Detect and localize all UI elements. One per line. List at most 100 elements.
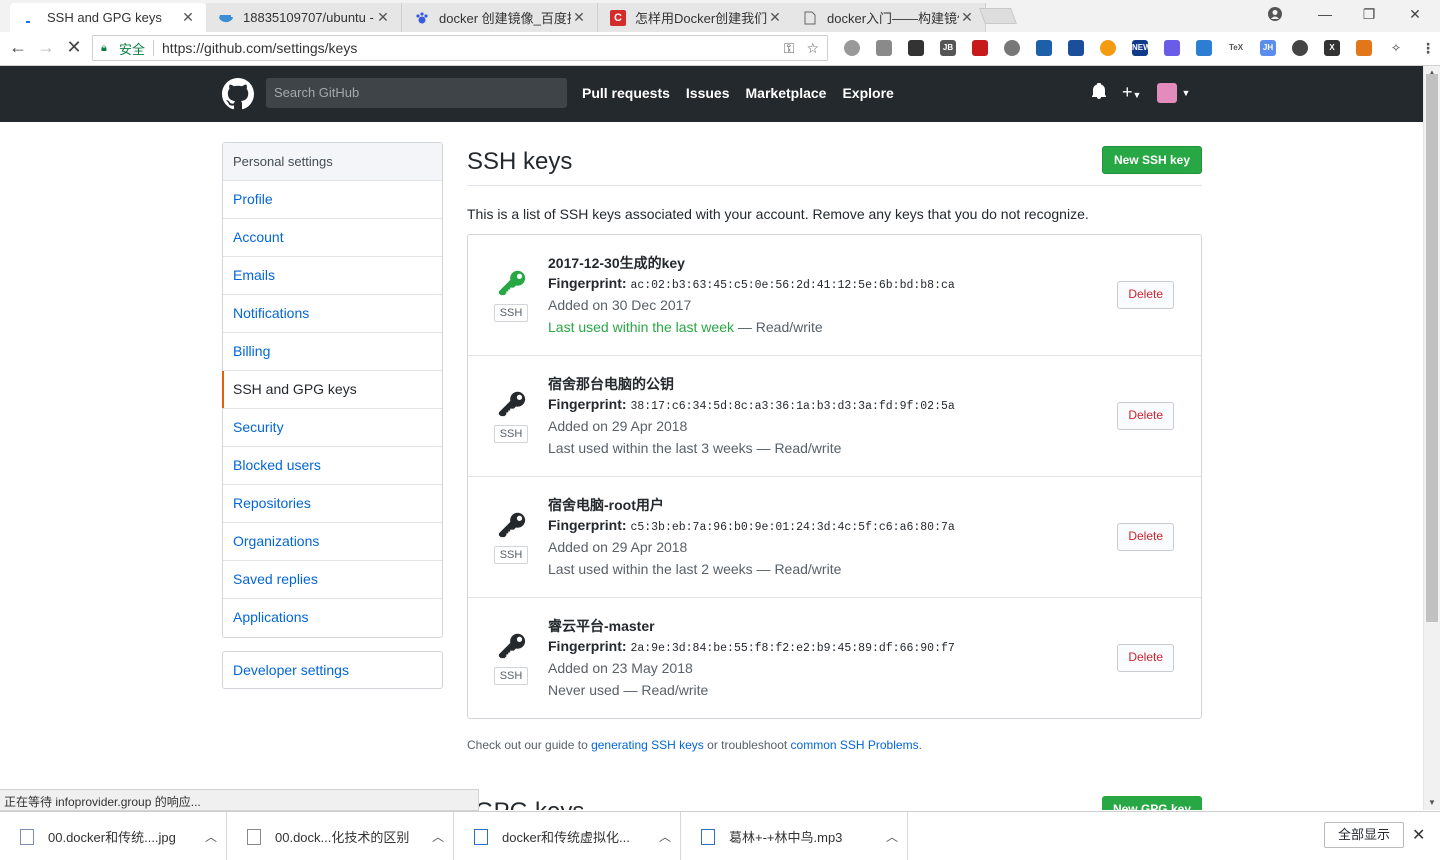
extension-icon[interactable]	[900, 37, 932, 59]
tab-close-icon[interactable]: ✕	[571, 9, 587, 26]
download-item[interactable]: docker和传统虚拟化... ︿	[454, 812, 681, 860]
secure-label: 安全	[119, 41, 146, 57]
window-close-icon[interactable]: ✕	[1392, 0, 1438, 28]
chevron-up-icon[interactable]: ︿	[423, 828, 453, 845]
fingerprint-value: c5:3b:eb:7a:96:b0:9e:01:24:3d:4c:5f:c6:a…	[630, 521, 955, 534]
download-item[interactable]: 葛林+-+林中鸟.mp3 ︿	[681, 812, 908, 860]
delete-key-button[interactable]: Delete	[1117, 402, 1174, 430]
nav-marketplace[interactable]: Marketplace	[746, 85, 827, 101]
star-icon[interactable]: ☆	[806, 40, 819, 57]
delete-key-button[interactable]: Delete	[1117, 281, 1174, 309]
scroll-down-icon[interactable]: ▼	[1424, 798, 1440, 807]
chrome-menu-icon[interactable]: ⋮	[1412, 37, 1440, 59]
key-added-date: Added on 23 May 2018	[548, 660, 693, 676]
github-logo-icon[interactable]	[222, 78, 254, 110]
show-all-downloads-button[interactable]: 全部显示	[1324, 822, 1404, 848]
extension-icon[interactable]	[1092, 37, 1124, 59]
browser-tab[interactable]: C 怎样用Docker创建我们自 ✕	[598, 3, 794, 32]
sidebar-item-profile[interactable]: Profile	[223, 181, 442, 219]
minimize-icon[interactable]: —	[1302, 0, 1348, 28]
sidebar-item-emails[interactable]: Emails	[223, 257, 442, 295]
download-item[interactable]: 00.dock...化技术的区别 ︿	[227, 812, 454, 860]
tab-close-icon[interactable]: ✕	[180, 9, 196, 26]
tab-close-icon[interactable]: ✕	[959, 9, 975, 26]
forward-arrow-icon[interactable]: →	[33, 32, 59, 62]
delete-key-button[interactable]: Delete	[1117, 523, 1174, 551]
chevron-up-icon[interactable]: ︿	[196, 828, 226, 845]
extension-icon[interactable]	[1028, 37, 1060, 59]
nav-issues[interactable]: Issues	[686, 85, 730, 101]
plus-dropdown-icon[interactable]: +▼	[1122, 82, 1141, 103]
menu-heading: Personal settings	[223, 143, 442, 181]
profile-icon[interactable]	[1252, 0, 1298, 28]
extension-icon[interactable]	[868, 37, 900, 59]
close-shelf-icon[interactable]: ✕	[1412, 825, 1425, 845]
sidebar-item-blocked-users[interactable]: Blocked users	[223, 447, 442, 485]
key-last-used: Never used — Read/write	[548, 682, 955, 704]
nav-pull-requests[interactable]: Pull requests	[582, 85, 670, 101]
extension-icon[interactable]	[836, 37, 868, 59]
tab-close-icon[interactable]: ✕	[767, 9, 783, 26]
fingerprint-label: Fingerprint:	[548, 275, 627, 291]
github-search-input[interactable]: Search GitHub	[266, 78, 567, 108]
restore-icon[interactable]: ❐	[1346, 0, 1392, 28]
back-arrow-icon[interactable]: ←	[5, 32, 31, 62]
key-fingerprint: Fingerprint: c5:3b:eb:7a:96:b0:9e:01:24:…	[548, 517, 955, 539]
sidebar-item-repositories[interactable]: Repositories	[223, 485, 442, 523]
extension-icon[interactable]: TeX	[1220, 37, 1252, 59]
sidebar-item-saved-replies[interactable]: Saved replies	[223, 561, 442, 599]
delete-key-button[interactable]: Delete	[1117, 644, 1174, 672]
extension-icon[interactable]	[1188, 37, 1220, 59]
page-scrollbar[interactable]: ▲ ▼	[1423, 66, 1440, 810]
sidebar-item-applications[interactable]: Applications	[223, 599, 442, 637]
extension-icon[interactable]	[1060, 37, 1092, 59]
sidebar-item-developer-settings[interactable]: Developer settings	[222, 651, 443, 689]
extension-icon[interactable]: JH	[1252, 37, 1284, 59]
extension-icon[interactable]	[1284, 37, 1316, 59]
extension-icon[interactable]: ✧	[1380, 37, 1412, 59]
browser-tab[interactable]: docker 创建镜像_百度搜 ✕	[402, 3, 598, 32]
sidebar-item-account[interactable]: Account	[223, 219, 442, 257]
extension-icon[interactable]	[1156, 37, 1188, 59]
new-gpg-key-button[interactable]: New GPG key	[1101, 796, 1202, 810]
key-fingerprint: Fingerprint: 2a:9e:3d:84:be:55:f8:f2:e2:…	[548, 638, 955, 660]
stop-loading-icon[interactable]: ✕	[61, 32, 87, 62]
address-bar[interactable]: 🔒︎ 安全 https://github.com/settings/keys ⚿…	[92, 35, 828, 61]
extension-icon[interactable]: JB	[932, 37, 964, 59]
browser-tab-active[interactable]: SSH and GPG keys ✕	[10, 3, 206, 32]
avatar-dropdown[interactable]: ▼	[1157, 82, 1191, 103]
url-text[interactable]: https://github.com/settings/keys	[162, 40, 784, 56]
generating-ssh-keys-link[interactable]: generating SSH keys	[591, 738, 704, 752]
tab-title: 怎样用Docker创建我们自	[635, 11, 767, 26]
settings-menu: Personal settings Profile Account Emails…	[222, 142, 443, 638]
access-text: — Read/write	[619, 682, 709, 698]
sidebar-item-notifications[interactable]: Notifications	[223, 295, 442, 333]
sidebar-item-ssh-gpg-keys[interactable]: SSH and GPG keys	[222, 371, 442, 409]
new-ssh-key-button[interactable]: New SSH key	[1101, 146, 1202, 174]
download-item[interactable]: 00.docker和传统....jpg ︿	[0, 812, 227, 860]
scroll-thumb[interactable]	[1426, 74, 1438, 622]
nav-explore[interactable]: Explore	[842, 85, 893, 101]
extension-icon[interactable]	[996, 37, 1028, 59]
common-ssh-problems-link[interactable]: common SSH Problems	[791, 738, 919, 752]
chevron-up-icon[interactable]: ︿	[877, 828, 907, 845]
extension-icon[interactable]: X	[1316, 37, 1348, 59]
extension-icon[interactable]	[1348, 37, 1380, 59]
new-tab-button[interactable]	[979, 8, 1017, 24]
bell-icon[interactable]	[1092, 83, 1106, 102]
csdn-icon: C	[610, 9, 626, 26]
key-icon[interactable]: ⚿	[784, 40, 795, 57]
chevron-up-icon[interactable]: ︿	[650, 828, 680, 845]
extension-icon[interactable]	[964, 37, 996, 59]
sidebar-item-security[interactable]: Security	[223, 409, 442, 447]
browser-tab[interactable]: 18835109707/ubuntu - ✕	[206, 3, 402, 32]
browser-tab[interactable]: docker入门——构建镜像 ✕	[790, 3, 986, 32]
key-last-used: Last used within the last 3 weeks — Read…	[548, 440, 955, 462]
ssh-badge: SSH	[494, 425, 528, 443]
chevron-down-icon: ▼	[1181, 87, 1191, 98]
tab-close-icon[interactable]: ✕	[375, 9, 391, 26]
sidebar-item-organizations[interactable]: Organizations	[223, 523, 442, 561]
extension-icon[interactable]: NEW	[1124, 37, 1156, 59]
browser-toolbar: ← → ✕ 🔒︎ 安全 https://github.com/settings/…	[0, 32, 1440, 66]
sidebar-item-billing[interactable]: Billing	[223, 333, 442, 371]
